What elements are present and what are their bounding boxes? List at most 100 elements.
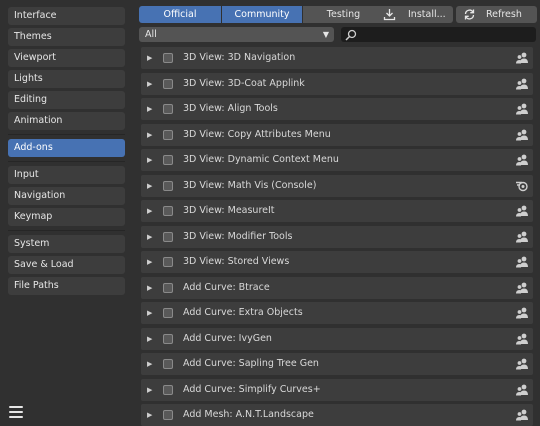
expand-triangle-icon[interactable]: ▶ [147,200,152,222]
expand-triangle-icon[interactable]: ▶ [147,379,152,401]
add-on-row[interactable]: ▶ 3D View: Math Vis (Console) [141,174,533,197]
search-icon [345,29,357,41]
enable-checkbox[interactable] [163,282,173,293]
add-on-name: 3D View: Copy Attributes Menu [183,128,331,140]
hamburger-menu-icon[interactable] [8,403,24,419]
community-support-icon [515,77,529,91]
community-support-icon [515,102,529,116]
expand-triangle-icon[interactable]: ▶ [147,302,152,324]
community-support-icon [515,408,529,422]
community-support-icon [515,128,529,142]
refresh-icon [464,9,475,20]
sidebar-item-interface[interactable]: Interface [8,7,125,25]
sidebar-item-system[interactable]: System [8,235,125,253]
enable-checkbox[interactable] [163,129,173,140]
enable-checkbox[interactable] [163,104,173,114]
add-on-name: 3D View: 3D Navigation [183,52,296,63]
community-support-icon [515,255,529,269]
add-on-row[interactable]: ▶ 3D View: Stored Views [141,251,533,273]
expand-triangle-icon[interactable]: ▶ [147,47,152,69]
sidebar-item-lights[interactable]: Lights [8,70,125,88]
add-on-row[interactable]: ▶ Add Curve: Sapling Tree Gen [141,353,533,375]
install-label: Install... [408,9,446,20]
sidebar-item-add-ons[interactable]: Add-ons [8,139,125,157]
tab-testing[interactable]: Testing [303,6,384,23]
enable-checkbox[interactable] [163,333,173,344]
add-ons-panel: Official Community Testing Install... Re… [131,0,540,426]
expand-triangle-icon[interactable]: ▶ [147,251,152,273]
tab-official[interactable]: Official [139,6,221,23]
sidebar-separator [8,230,125,231]
add-on-name: 3D View: MeasureIt [183,205,275,216]
add-on-name: Add Curve: Btrace [183,281,270,293]
community-support-icon [515,230,529,244]
support-level-tabs: Official Community Testing [139,6,384,23]
expand-triangle-icon[interactable]: ▶ [147,226,152,248]
add-on-name: 3D View: Modifier Tools [183,230,293,242]
add-on-row[interactable]: ▶ 3D View: Dynamic Context Menu [141,149,533,171]
tab-community[interactable]: Community [222,6,302,23]
enable-checkbox[interactable] [163,155,173,165]
enable-checkbox[interactable] [163,231,173,242]
sidebar-item-editing[interactable]: Editing [8,91,125,109]
add-on-row[interactable]: ▶ Add Mesh: A.N.T.Landscape [141,404,533,426]
install-button[interactable]: Install... [377,6,453,23]
enable-checkbox[interactable] [163,257,173,267]
community-support-icon [515,357,529,371]
add-on-name: 3D View: Dynamic Context Menu [183,154,339,165]
add-on-name: Add Mesh: A.N.T.Landscape [183,409,314,420]
expand-triangle-icon[interactable]: ▶ [147,124,152,146]
add-on-name: Add Curve: Extra Objects [183,307,303,318]
enable-checkbox[interactable] [163,206,173,216]
add-on-name: 3D View: Math Vis (Console) [183,179,317,191]
expand-triangle-icon[interactable]: ▶ [147,353,152,375]
sidebar-item-save-load[interactable]: Save & Load [8,256,125,274]
sidebar-item-file-paths[interactable]: File Paths [8,277,125,295]
add-on-row[interactable]: ▶ 3D View: Modifier Tools [141,225,533,248]
enable-checkbox[interactable] [163,384,173,395]
refresh-label: Refresh [486,9,522,20]
sidebar-item-viewport[interactable]: Viewport [8,49,125,67]
sidebar-item-keymap[interactable]: Keymap [8,208,125,226]
expand-triangle-icon[interactable]: ▶ [147,175,152,197]
add-on-row[interactable]: ▶ 3D View: MeasureIt [141,200,533,222]
add-on-row[interactable]: ▶ Add Curve: Simplify Curves+ [141,378,533,401]
sidebar-item-themes[interactable]: Themes [8,28,125,46]
refresh-button[interactable]: Refresh [456,6,537,23]
add-on-row[interactable]: ▶ Add Curve: IvyGen [141,327,533,350]
expand-triangle-icon[interactable]: ▶ [147,277,152,299]
add-on-row[interactable]: ▶ Add Curve: Btrace [141,276,533,299]
expand-triangle-icon[interactable]: ▶ [147,149,152,171]
enable-checkbox[interactable] [163,308,173,318]
add-on-name: 3D View: 3D-Coat Applink [183,77,305,89]
community-support-icon [515,204,529,218]
community-support-icon [515,332,529,346]
add-on-row[interactable]: ▶ 3D View: Align Tools [141,98,533,120]
preferences-sidebar: Interface Themes Viewport Lights Editing… [0,0,131,426]
expand-triangle-icon[interactable]: ▶ [147,98,152,120]
official-support-icon [515,179,529,193]
expand-triangle-icon[interactable]: ▶ [147,73,152,95]
search-input[interactable] [341,27,536,42]
add-on-name: Add Curve: Simplify Curves+ [183,383,321,395]
add-on-row[interactable]: ▶ 3D View: 3D Navigation [141,47,533,69]
enable-checkbox[interactable] [163,180,173,191]
expand-triangle-icon[interactable]: ▶ [147,328,152,350]
add-on-row[interactable]: ▶ 3D View: 3D-Coat Applink [141,72,533,95]
sidebar-separator [8,161,125,162]
category-filter-dropdown[interactable]: All ▼ [139,27,334,42]
add-on-row[interactable]: ▶ 3D View: Copy Attributes Menu [141,123,533,146]
add-on-name: 3D View: Align Tools [183,103,278,114]
sidebar-item-animation[interactable]: Animation [8,112,125,130]
sidebar-item-navigation[interactable]: Navigation [8,187,125,205]
download-icon [383,9,396,21]
add-on-row[interactable]: ▶ Add Curve: Extra Objects [141,302,533,324]
enable-checkbox[interactable] [163,53,173,63]
add-on-name: Add Curve: Sapling Tree Gen [183,358,319,369]
sidebar-item-input[interactable]: Input [8,166,125,184]
expand-triangle-icon[interactable]: ▶ [147,404,152,426]
enable-checkbox[interactable] [163,359,173,369]
enable-checkbox[interactable] [163,78,173,89]
enable-checkbox[interactable] [163,410,173,420]
community-support-icon [515,281,529,295]
